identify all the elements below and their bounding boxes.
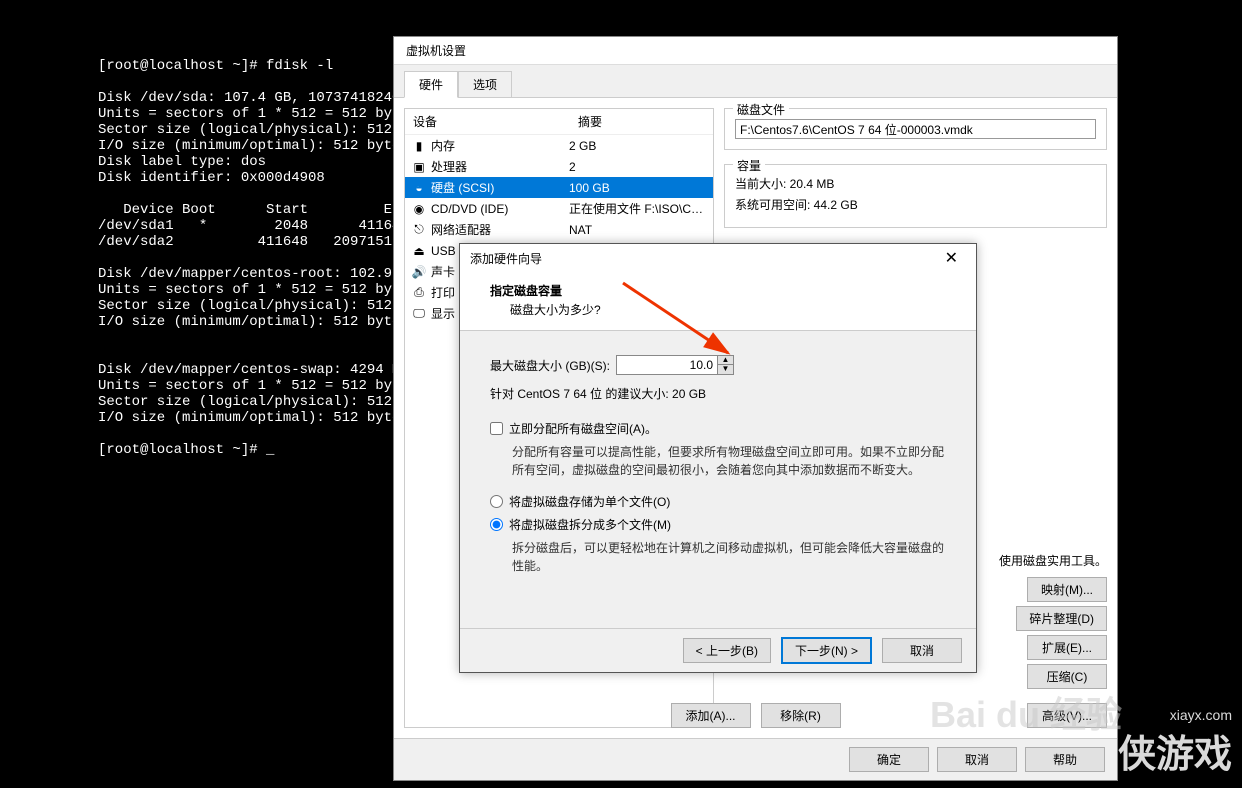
allocate-now-label: 立即分配所有磁盘空间(A)。 bbox=[509, 420, 657, 437]
wizard-header-main: 指定磁盘容量 bbox=[490, 282, 946, 299]
close-icon[interactable]: ✕ bbox=[937, 248, 966, 268]
device-header: 设备 摘要 bbox=[405, 109, 713, 135]
wizard-header-sub: 磁盘大小为多少? bbox=[490, 301, 946, 318]
expand-button[interactable]: 扩展(E)... bbox=[1027, 635, 1107, 660]
next-button[interactable]: 下一步(N) > bbox=[781, 637, 872, 664]
watermark-text: 侠游戏 bbox=[1118, 723, 1232, 778]
display-icon: 🖵 bbox=[411, 306, 427, 322]
sound-icon: 🔊 bbox=[411, 264, 427, 280]
watermark-url: xiayx.com bbox=[1170, 707, 1232, 723]
capacity-free: 系统可用空间: 44.2 GB bbox=[735, 196, 1096, 213]
device-name: 网络适配器 bbox=[431, 221, 491, 238]
multi-file-desc: 拆分磁盘后，可以更轻松地在计算机之间移动虚拟机，但可能会降低大容量磁盘的性能。 bbox=[490, 539, 946, 575]
device-row[interactable]: ▣处理器 2 bbox=[405, 156, 713, 177]
settings-footer: 确定 取消 帮助 bbox=[394, 738, 1117, 780]
disk-file-group: 磁盘文件 bbox=[724, 108, 1107, 150]
device-name: 处理器 bbox=[431, 158, 467, 175]
device-row[interactable]: ◒硬盘 (SCSI) 100 GB bbox=[405, 177, 713, 198]
back-button[interactable]: < 上一步(B) bbox=[683, 638, 771, 663]
device-summary: NAT bbox=[569, 223, 707, 237]
disk-icon: ◒ bbox=[411, 180, 427, 196]
tools-text: 使用磁盘实用工具。 bbox=[999, 552, 1107, 569]
tab-options[interactable]: 选项 bbox=[458, 71, 512, 97]
col-summary: 摘要 bbox=[570, 109, 713, 134]
spinner-down-icon[interactable]: ▼ bbox=[718, 365, 733, 374]
cd-icon: ◉ bbox=[411, 201, 427, 217]
disk-file-title: 磁盘文件 bbox=[733, 101, 789, 118]
map-button[interactable]: 映射(M)... bbox=[1027, 577, 1107, 602]
network-icon: ⎋ bbox=[411, 222, 427, 238]
recommended-size: 针对 CentOS 7 64 位 的建议大小: 20 GB bbox=[490, 385, 946, 402]
device-name: 声卡 bbox=[431, 263, 455, 280]
allocate-desc: 分配所有容量可以提高性能，但要求所有物理磁盘空间立即可用。如果不立即分配所有空间… bbox=[490, 443, 946, 479]
help-button[interactable]: 帮助 bbox=[1025, 747, 1105, 772]
multi-file-label: 将虚拟磁盘拆分成多个文件(M) bbox=[509, 516, 671, 533]
wizard-body: 最大磁盘大小 (GB)(S): ▲ ▼ 针对 CentOS 7 64 位 的建议… bbox=[460, 331, 976, 628]
ok-button[interactable]: 确定 bbox=[849, 747, 929, 772]
cpu-icon: ▣ bbox=[411, 159, 427, 175]
single-file-label: 将虚拟磁盘存储为单个文件(O) bbox=[509, 493, 670, 510]
size-input-wrap: ▲ ▼ bbox=[616, 355, 734, 375]
tab-hardware[interactable]: 硬件 bbox=[404, 71, 458, 98]
capacity-group: 容量 当前大小: 20.4 MB 系统可用空间: 44.2 GB bbox=[724, 164, 1107, 228]
cancel-button[interactable]: 取消 bbox=[937, 747, 1017, 772]
device-summary: 正在使用文件 F:\ISO\CentOS-7... bbox=[569, 200, 707, 217]
add-hardware-wizard: 添加硬件向导 ✕ 指定磁盘容量 磁盘大小为多少? 最大磁盘大小 (GB)(S):… bbox=[459, 243, 977, 673]
wizard-footer: < 上一步(B) 下一步(N) > 取消 bbox=[460, 628, 976, 672]
memory-icon: ▮ bbox=[411, 138, 427, 154]
wizard-header: 指定磁盘容量 磁盘大小为多少? bbox=[460, 272, 976, 331]
device-row[interactable]: ◉ CD/DVD (IDE) 正在使用文件 F:\ISO\CentOS-7... bbox=[405, 198, 713, 219]
usb-icon: ⏏ bbox=[411, 243, 427, 259]
single-file-radio[interactable] bbox=[490, 495, 503, 508]
settings-tabs: 硬件 选项 bbox=[394, 65, 1117, 98]
capacity-current: 当前大小: 20.4 MB bbox=[735, 175, 1096, 192]
device-row[interactable]: ⎋网络适配器 NAT bbox=[405, 219, 713, 240]
disk-size-input[interactable] bbox=[617, 356, 717, 374]
device-summary: 2 GB bbox=[569, 139, 707, 153]
device-name: 内存 bbox=[431, 137, 455, 154]
multi-file-radio[interactable] bbox=[490, 518, 503, 531]
device-summary: 100 GB bbox=[569, 181, 707, 195]
wizard-cancel-button[interactable]: 取消 bbox=[882, 638, 962, 663]
device-name: 打印 bbox=[431, 284, 455, 301]
device-name: 硬盘 (SCSI) bbox=[431, 179, 494, 196]
disk-file-input[interactable] bbox=[735, 119, 1096, 139]
wizard-titlebar: 添加硬件向导 ✕ bbox=[460, 244, 976, 272]
device-row[interactable]: ▮内存 2 GB bbox=[405, 135, 713, 156]
device-name: CD/DVD (IDE) bbox=[431, 202, 508, 216]
allocate-now-checkbox[interactable] bbox=[490, 422, 503, 435]
watermark: xiayx.com 侠游戏 bbox=[1118, 707, 1232, 778]
add-button[interactable]: 添加(A)... bbox=[671, 703, 751, 728]
size-label: 最大磁盘大小 (GB)(S): bbox=[490, 357, 610, 374]
col-device: 设备 bbox=[405, 109, 570, 134]
printer-icon: ⎙ bbox=[411, 285, 427, 301]
device-summary: 2 bbox=[569, 160, 707, 174]
settings-title: 虚拟机设置 bbox=[394, 37, 1117, 65]
remove-button[interactable]: 移除(R) bbox=[761, 703, 841, 728]
device-name: 显示 bbox=[431, 305, 455, 322]
baidu-watermark: Bai du 经验 bbox=[930, 686, 1122, 738]
defrag-button[interactable]: 碎片整理(D) bbox=[1016, 606, 1107, 631]
capacity-title: 容量 bbox=[733, 157, 765, 174]
wizard-title: 添加硬件向导 bbox=[470, 250, 542, 267]
